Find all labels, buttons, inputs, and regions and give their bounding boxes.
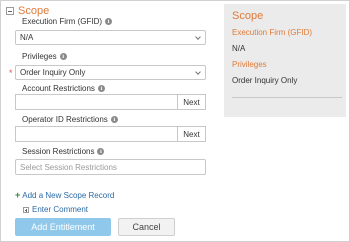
session-restrictions-placeholder: Select Session Restrictions [20, 162, 117, 172]
enter-comment-label: Enter Comment [32, 205, 89, 214]
required-marker: * [9, 68, 13, 78]
expand-icon[interactable] [23, 206, 29, 213]
session-restrictions-select[interactable]: Select Session Restrictions [15, 159, 206, 175]
privileges-label-text: Privileges [22, 52, 57, 61]
account-restrictions-label-text: Account Restrictions [22, 84, 95, 93]
account-restrictions-next-button[interactable]: Next [177, 94, 206, 110]
scope-header[interactable]: Scope [6, 4, 49, 18]
scope-title: Scope [18, 5, 50, 17]
add-scope-record-link[interactable]: + Add a New Scope Record [15, 190, 114, 200]
session-restrictions-label: Session Restrictions i [22, 147, 105, 156]
account-restrictions-input[interactable] [15, 94, 177, 110]
execution-firm-value: N/A [20, 33, 34, 42]
summary-execution-firm-label: Execution Firm (GFID) [232, 28, 313, 37]
add-scope-record-label: Add a New Scope Record [22, 190, 115, 200]
summary-privileges-label: Privileges [232, 60, 267, 69]
account-restrictions-label: Account Restrictions i [22, 84, 105, 93]
operator-id-restrictions-label: Operator ID Restrictions i [22, 115, 118, 124]
info-icon[interactable]: i [105, 18, 113, 25]
execution-firm-label-text: Execution Firm (GFID) [22, 17, 103, 26]
collapse-icon[interactable] [6, 7, 14, 15]
summary-execution-firm-value: N/A [232, 44, 246, 53]
enter-comment-toggle[interactable]: Enter Comment [23, 205, 88, 214]
privileges-value: Order Inquiry Only [20, 68, 86, 77]
execution-firm-label: Execution Firm (GFID) i [22, 17, 113, 26]
cancel-button[interactable]: Cancel [118, 218, 175, 236]
privileges-select[interactable]: Order Inquiry Only [15, 65, 206, 80]
operator-id-restrictions-next-button[interactable]: Next [177, 126, 206, 142]
execution-firm-select[interactable]: N/A [15, 30, 206, 45]
info-icon[interactable]: i [59, 53, 67, 60]
summary-scrollbar[interactable] [232, 97, 342, 98]
plus-icon: + [15, 190, 21, 200]
operator-id-restrictions-input[interactable] [15, 126, 177, 142]
summary-title: Scope [232, 10, 264, 22]
chevron-down-icon [195, 69, 201, 75]
privileges-label: Privileges i [22, 52, 67, 61]
info-icon[interactable]: i [97, 148, 105, 155]
chevron-down-icon [195, 34, 201, 40]
scope-summary-panel: Scope Execution Firm (GFID) N/A Privileg… [224, 4, 346, 117]
session-restrictions-label-text: Session Restrictions [22, 147, 95, 156]
summary-privileges-value: Order Inquiry Only [232, 76, 298, 85]
operator-id-restrictions-label-text: Operator ID Restrictions [22, 115, 108, 124]
info-icon[interactable]: i [110, 116, 118, 123]
info-icon[interactable]: i [97, 85, 105, 92]
add-entitlement-button[interactable]: Add Entitlement [15, 218, 111, 236]
